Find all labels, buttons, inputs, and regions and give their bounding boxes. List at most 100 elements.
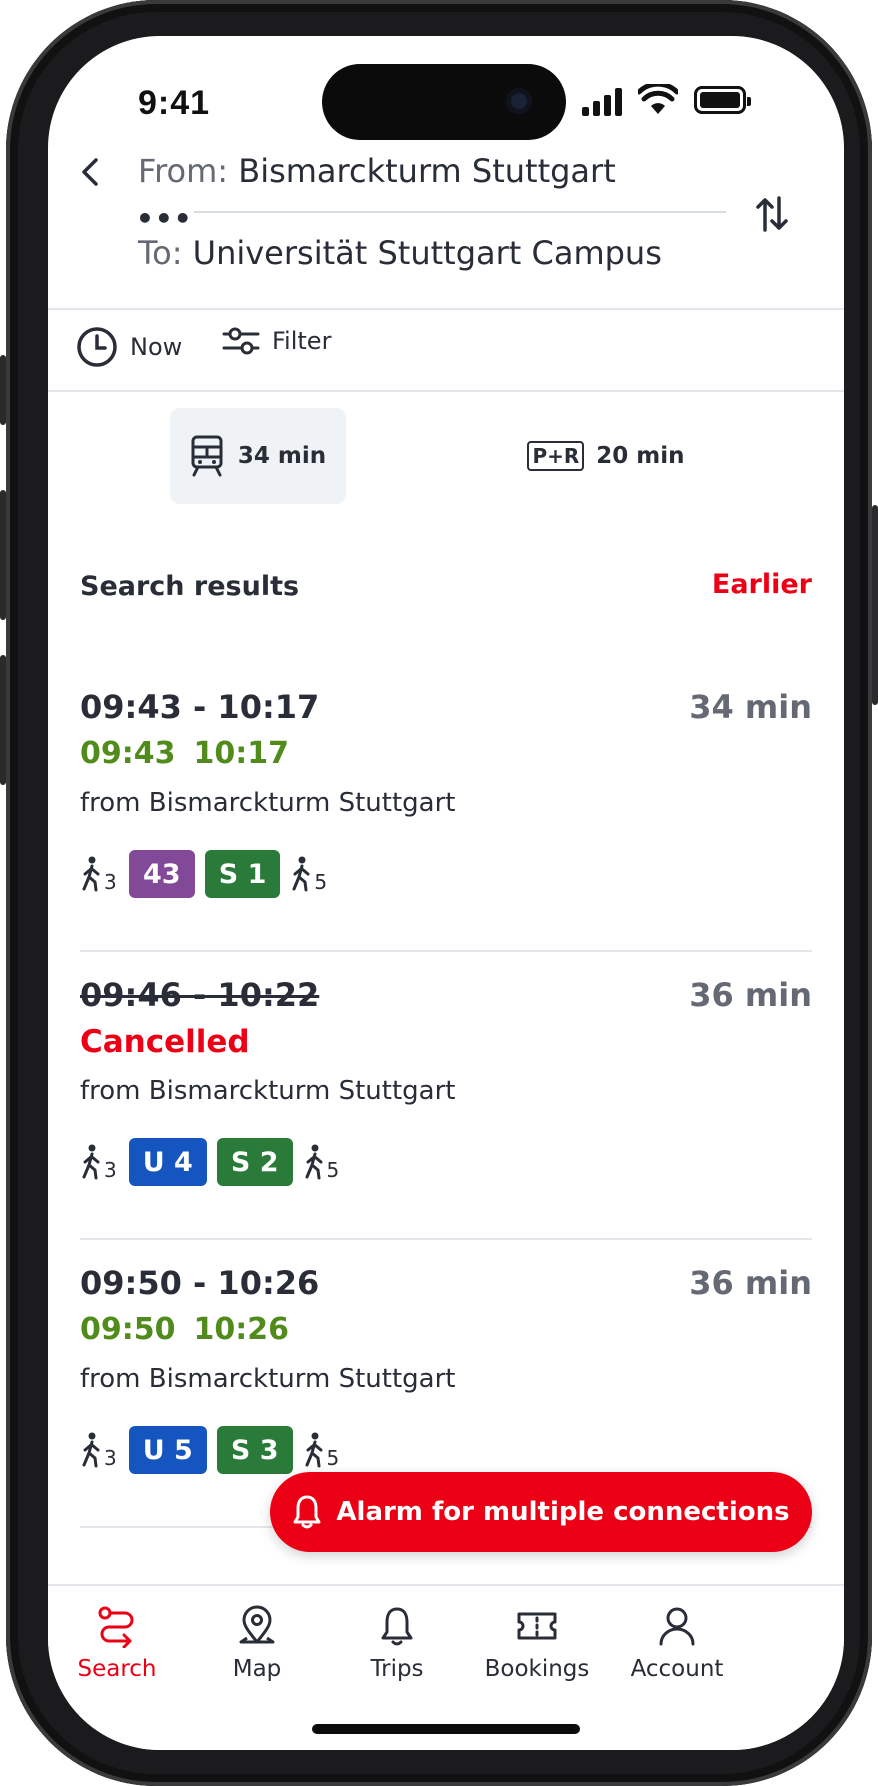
scheduled-time: 09:50 - 10:26 (80, 1264, 320, 1302)
origin-text: from Bismarckturm Stuttgart (80, 788, 456, 818)
realtime-arrival: 10:26 (193, 1312, 290, 1347)
back-chevron-icon[interactable] (72, 152, 112, 192)
origin-text: from Bismarckturm Stuttgart (80, 1076, 456, 1106)
battery-icon (694, 86, 751, 114)
filter-label: Filter (272, 327, 332, 355)
walking-person-icon (82, 856, 100, 892)
cellular-signal-icon (582, 88, 624, 116)
walking-person-icon (82, 1144, 100, 1180)
walk-minutes: 5 (326, 1158, 340, 1182)
walk-leg: 3 (80, 1432, 117, 1468)
walk-minutes: 5 (326, 1446, 340, 1470)
realtime-arrival: 10:17 (193, 736, 290, 771)
scheduled-time: 09:43 - 10:17 (80, 688, 320, 726)
realtime-departure: 09:50 (80, 1312, 176, 1347)
volume-up-button (0, 490, 6, 620)
tab-label: Search (77, 1656, 157, 1682)
walking-person-icon (305, 1144, 322, 1180)
mute-switch (0, 355, 6, 425)
connection-legs: 3 U 5 S 3 5 (80, 1426, 351, 1474)
scheduled-time: 09:46 - 10:22 (80, 976, 320, 1014)
tab-search[interactable]: Search (48, 1604, 192, 1682)
line-badge: S 1 (204, 850, 281, 898)
duration: 36 min (689, 1264, 812, 1302)
walk-minutes: 3 (104, 870, 117, 894)
line-badge: 43 (128, 850, 195, 898)
duration: 34 min (689, 688, 812, 726)
route-divider (194, 211, 726, 213)
status-time: 9:41 (138, 84, 211, 122)
mode-tab-park-and-ride[interactable]: P+R 20 min (518, 408, 694, 504)
park-and-ride-icon: P+R (527, 441, 585, 471)
tab-bookings[interactable]: Bookings (462, 1604, 612, 1682)
ticket-icon (517, 1612, 557, 1640)
cancelled-status: Cancelled (80, 1024, 250, 1060)
from-field[interactable]: From: Bismarckturm Stuttgart (138, 152, 616, 190)
power-button (872, 505, 878, 705)
to-label: To: (138, 234, 183, 272)
line-badge: U 5 (128, 1426, 207, 1474)
connection-card[interactable]: 09:46 - 10:22 36 min Cancelled from Bism… (80, 952, 812, 1240)
bell-icon (293, 1495, 321, 1529)
walking-person-icon (82, 1432, 100, 1468)
mode-tab-duration: 20 min (596, 443, 685, 469)
tab-label: Account (630, 1656, 724, 1682)
train-icon (191, 435, 223, 477)
tab-label: Map (232, 1656, 282, 1682)
from-label: From: (138, 152, 229, 190)
walk-leg: 3 (80, 856, 117, 892)
volume-down-button (0, 655, 6, 785)
realtime-departure: 09:43 (80, 736, 176, 771)
wifi-icon (638, 84, 678, 114)
bell-icon (381, 1607, 413, 1646)
dynamic-island (322, 64, 566, 140)
walking-person-icon (305, 1432, 322, 1468)
duration: 36 min (689, 976, 812, 1014)
search-results-title: Search results (80, 571, 300, 602)
tab-label: Trips (370, 1656, 424, 1682)
tab-account[interactable]: Account (602, 1604, 752, 1682)
options-divider (48, 390, 844, 392)
realtime-times: 09:50 10:26 (80, 1312, 289, 1347)
mode-tab-public-transport[interactable]: 34 min (170, 408, 346, 504)
filter-button[interactable]: Filter (222, 326, 331, 356)
swap-arrows-icon[interactable] (750, 186, 794, 242)
line-badge: S 2 (216, 1138, 293, 1186)
origin-text: from Bismarckturm Stuttgart (80, 1364, 456, 1394)
tab-label: Bookings (484, 1656, 590, 1682)
walk-leg: 3 (80, 1144, 117, 1180)
line-badge: U 4 (128, 1138, 207, 1186)
walk-minutes: 5 (314, 870, 328, 894)
route-dots: ••• (136, 202, 193, 235)
home-indicator[interactable] (312, 1724, 580, 1734)
connection-legs: 3 U 4 S 2 5 (80, 1138, 351, 1186)
realtime-times: 09:43 10:17 (80, 736, 289, 771)
clock-icon (77, 327, 117, 367)
walk-leg: 5 (303, 1144, 340, 1182)
walk-minutes: 3 (104, 1446, 117, 1470)
person-icon (659, 1607, 695, 1646)
map-pin-icon (239, 1605, 275, 1644)
earlier-button[interactable]: Earlier (712, 569, 812, 600)
mode-tab-duration: 34 min (237, 443, 327, 469)
screen: 9:41 From: Bismarckturm Stuttgart ••• To… (48, 36, 844, 1750)
walk-leg: 5 (290, 856, 327, 892)
line-badge: S 3 (216, 1426, 293, 1474)
header-divider (48, 308, 844, 310)
tab-map[interactable]: Map (182, 1604, 332, 1682)
phone-frame: 9:41 From: Bismarckturm Stuttgart ••• To… (0, 0, 878, 1786)
from-value: Bismarckturm Stuttgart (238, 152, 616, 190)
tab-trips[interactable]: Trips (322, 1604, 472, 1682)
camera-icon (506, 88, 532, 114)
route-icon (98, 1606, 134, 1648)
alarm-label: Alarm for multiple connections (336, 1497, 790, 1527)
connection-card[interactable]: 09:43 - 10:17 34 min 09:43 10:17 from Bis… (80, 664, 812, 952)
connection-legs: 3 43 S 1 5 (80, 850, 339, 898)
walk-minutes: 3 (104, 1158, 117, 1182)
alarm-multiple-connections-button[interactable]: Alarm for multiple connections (270, 1472, 812, 1552)
to-value: Universität Stuttgart Campus (192, 234, 662, 272)
walk-leg: 5 (303, 1432, 340, 1470)
to-field[interactable]: To: Universität Stuttgart Campus (138, 234, 662, 272)
time-option-button[interactable]: Now (76, 326, 182, 368)
time-option-label: Now (130, 333, 183, 361)
